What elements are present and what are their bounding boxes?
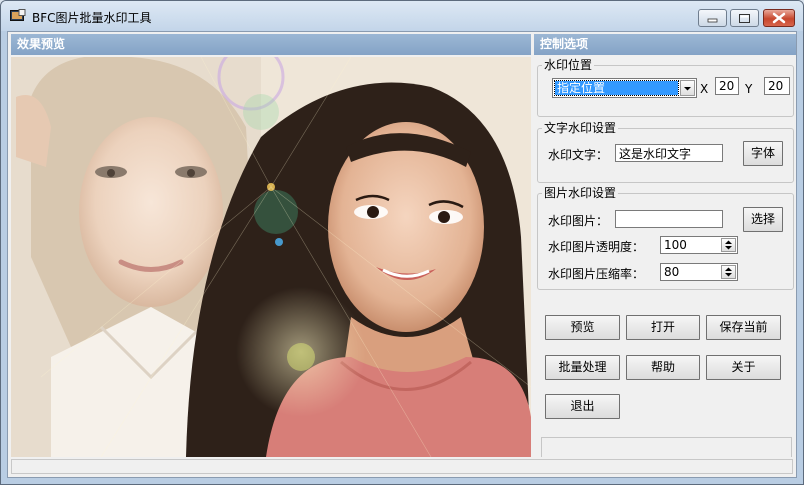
save-current-button[interactable]: 保存当前 <box>706 315 781 340</box>
close-icon <box>772 12 786 24</box>
y-input[interactable] <box>764 77 790 95</box>
image-watermark-group: 图片水印设置 水印图片： 选择 水印图片透明度： 100 水印图片压缩率： 80 <box>537 185 794 290</box>
opacity-spin-button[interactable] <box>721 238 736 252</box>
image-watermark-title: 图片水印设置 <box>542 185 619 201</box>
minimize-icon <box>707 18 718 23</box>
app-window: BFC图片批量水印工具 效果预览 控制选项 水印位置 指定位置 X 20 Y 2… <box>0 0 804 485</box>
compression-spin-button[interactable] <box>721 265 736 279</box>
app-icon <box>10 9 26 21</box>
x-label: X <box>700 82 709 96</box>
spin-arrows-icon <box>725 240 732 250</box>
preview-header: 效果预览 <box>11 34 531 55</box>
batch-process-button[interactable]: 批量处理 <box>545 355 620 380</box>
watermark-image-input[interactable] <box>615 210 723 228</box>
compression-value: 80 <box>664 265 680 279</box>
title-bar[interactable]: BFC图片批量水印工具 <box>1 1 803 31</box>
chevron-down-icon <box>684 87 691 91</box>
watermark-text-input[interactable] <box>615 144 723 162</box>
close-button[interactable] <box>763 9 795 27</box>
opacity-spinner[interactable]: 100 <box>660 236 738 254</box>
exit-button[interactable]: 退出 <box>545 394 620 419</box>
opacity-value: 100 <box>664 238 687 252</box>
maximize-button[interactable] <box>730 9 759 27</box>
spin-arrows-icon <box>725 267 732 277</box>
options-header: 控制选项 <box>534 34 796 55</box>
open-button[interactable]: 打开 <box>626 315 700 340</box>
text-watermark-title: 文字水印设置 <box>542 120 619 136</box>
compression-label: 水印图片压缩率： <box>548 267 645 281</box>
text-watermark-group: 文字水印设置 水印文字： 字体 <box>537 120 794 183</box>
preview-button[interactable]: 预览 <box>545 315 620 340</box>
x-input[interactable] <box>715 77 739 95</box>
watermark-image-label: 水印图片： <box>548 214 609 228</box>
status-bar <box>11 459 793 474</box>
position-mode-value: 指定位置 <box>554 80 679 96</box>
dropdown-arrow[interactable] <box>680 80 695 96</box>
help-button[interactable]: 帮助 <box>626 355 700 380</box>
compression-spinner[interactable]: 80 <box>660 263 738 281</box>
preview-image <box>11 57 531 457</box>
font-button[interactable]: 字体 <box>743 141 783 166</box>
maximize-icon <box>739 14 750 23</box>
position-group: 水印位置 指定位置 X Y <box>537 57 794 117</box>
y-label: Y <box>745 82 753 96</box>
window-title: BFC图片批量水印工具 <box>32 11 152 25</box>
minimize-button[interactable] <box>698 9 727 27</box>
preview-photo <box>11 57 531 457</box>
progress-area <box>541 437 792 457</box>
opacity-label: 水印图片透明度： <box>548 240 645 254</box>
watermark-text-label: 水印文字： <box>548 148 609 162</box>
position-mode-select[interactable]: 指定位置 <box>552 78 697 98</box>
control-panel: 控制选项 水印位置 指定位置 X Y 文字水 <box>534 33 796 457</box>
about-button[interactable]: 关于 <box>706 355 781 380</box>
select-image-button[interactable]: 选择 <box>743 207 783 232</box>
position-group-title: 水印位置 <box>542 57 595 73</box>
client-area: 效果预览 控制选项 水印位置 指定位置 X 20 Y 20 文字水印设置 水印文… <box>7 31 797 478</box>
